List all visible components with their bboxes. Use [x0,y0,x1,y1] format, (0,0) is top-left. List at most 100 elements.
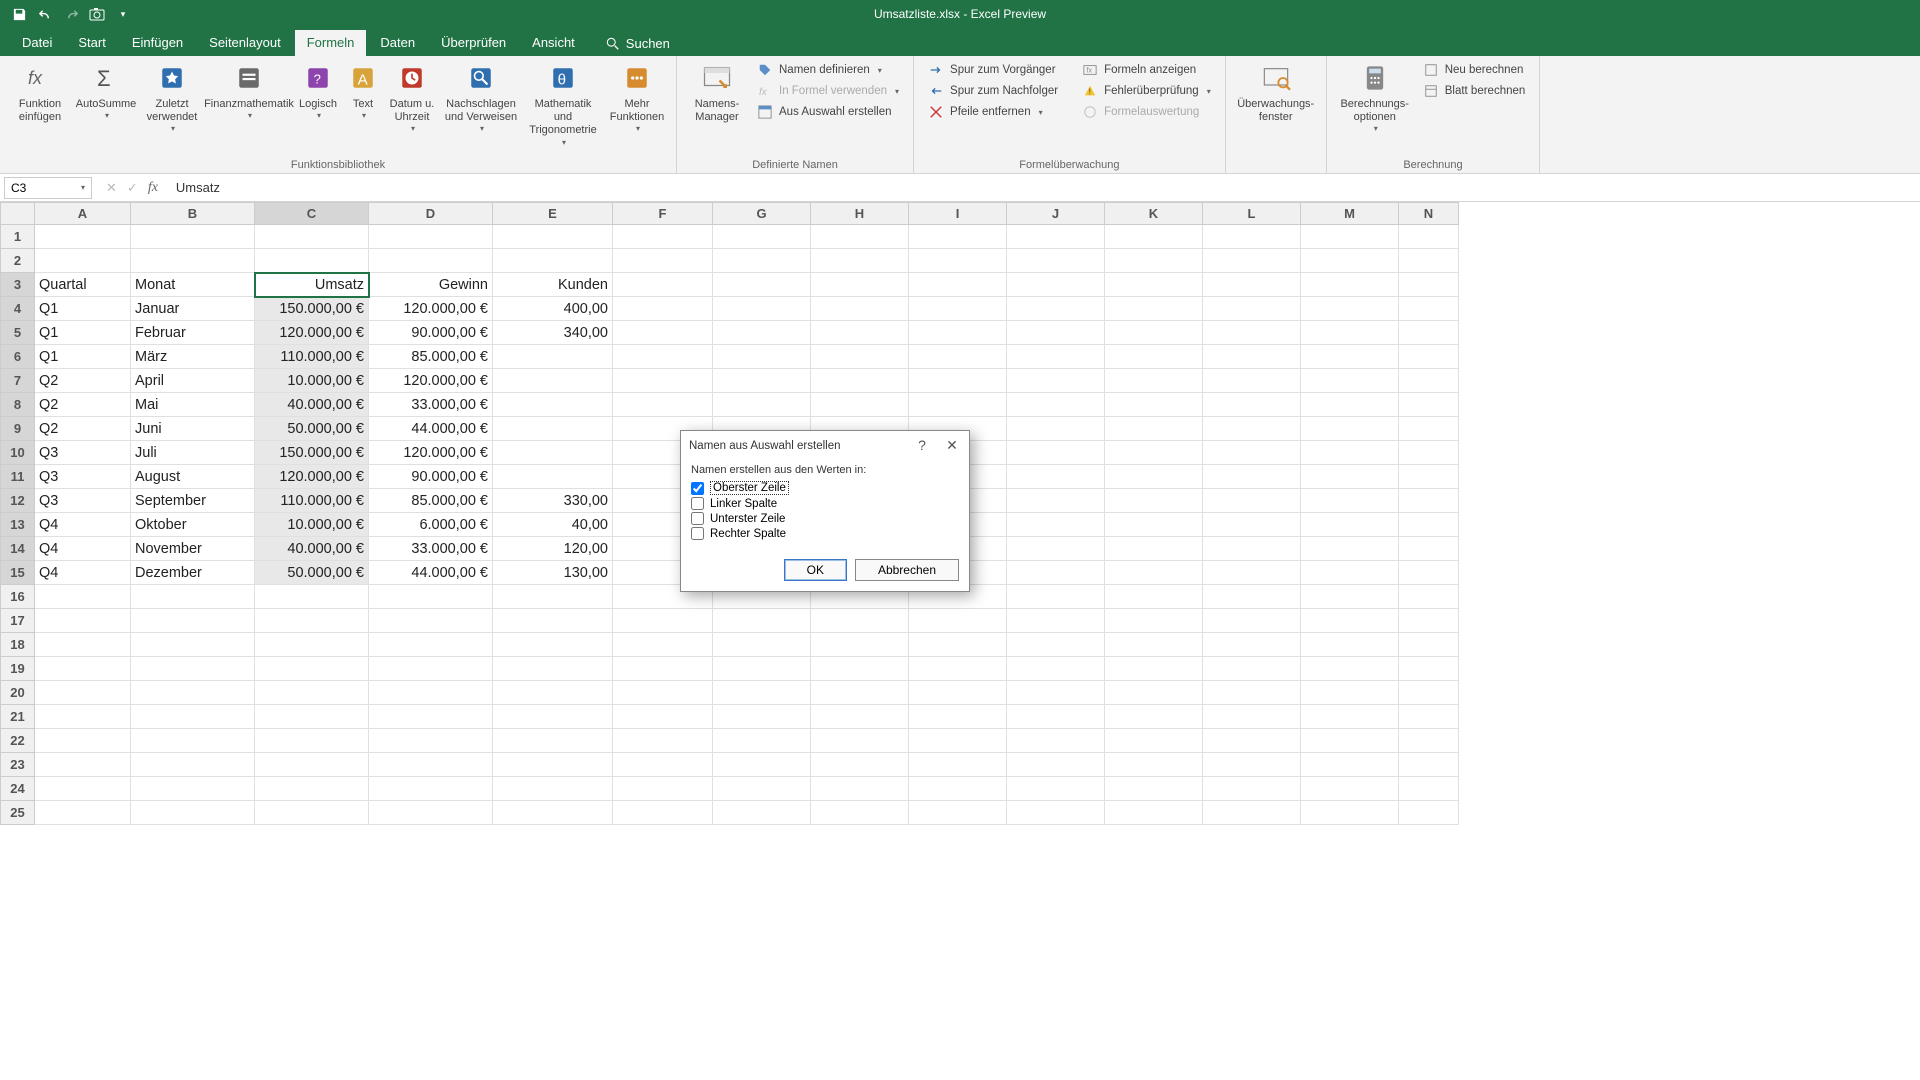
cell[interactable] [1301,753,1399,777]
cell[interactable] [369,681,493,705]
redo-icon[interactable] [62,5,80,23]
financial-button[interactable]: Finanzmathematik▾ [206,60,292,123]
row-header[interactable]: 23 [1,753,35,777]
cell[interactable] [131,753,255,777]
cell[interactable] [1301,297,1399,321]
column-header[interactable]: B [131,203,255,225]
cell[interactable]: Q1 [35,321,131,345]
cell[interactable]: Mai [131,393,255,417]
cell[interactable]: Q4 [35,513,131,537]
cell[interactable]: 330,00 [493,489,613,513]
cell[interactable]: 150.000,00 € [255,441,369,465]
cell[interactable]: 85.000,00 € [369,345,493,369]
cell[interactable] [1301,321,1399,345]
cell[interactable]: 40,00 [493,513,613,537]
cell[interactable] [1399,345,1459,369]
cell[interactable] [493,225,613,249]
column-header[interactable]: C [255,203,369,225]
cell[interactable] [713,657,811,681]
cell[interactable] [255,225,369,249]
cell[interactable] [811,249,909,273]
cell[interactable] [811,609,909,633]
cell[interactable] [909,609,1007,633]
cell[interactable] [713,273,811,297]
cell[interactable] [255,633,369,657]
cell[interactable] [909,249,1007,273]
cell[interactable] [255,753,369,777]
cell[interactable] [1203,753,1301,777]
insert-function-button[interactable]: fx Funktion einfügen [8,60,72,126]
cell[interactable] [493,729,613,753]
cell[interactable] [1203,537,1301,561]
cell[interactable] [811,753,909,777]
row-header[interactable]: 8 [1,393,35,417]
cell[interactable]: Q2 [35,417,131,441]
cell[interactable] [1105,249,1203,273]
cell[interactable] [1007,273,1105,297]
cell[interactable] [1399,609,1459,633]
cell[interactable]: März [131,345,255,369]
cell[interactable] [35,225,131,249]
cell[interactable] [1203,801,1301,825]
bottom-row-checkbox[interactable] [691,512,704,525]
row-header[interactable]: 15 [1,561,35,585]
cell[interactable] [1301,465,1399,489]
cell[interactable] [713,225,811,249]
cell[interactable] [1105,609,1203,633]
cell[interactable] [1105,393,1203,417]
cell[interactable] [613,297,713,321]
cell[interactable] [1301,513,1399,537]
cell[interactable] [1399,777,1459,801]
cell[interactable] [1105,657,1203,681]
cell[interactable] [909,369,1007,393]
cell[interactable] [493,801,613,825]
cell[interactable] [1203,705,1301,729]
qat-customize-icon[interactable]: ▾ [114,5,132,23]
cell[interactable] [613,273,713,297]
cell[interactable] [713,753,811,777]
cell[interactable] [1007,513,1105,537]
cell[interactable]: Oktober [131,513,255,537]
cell[interactable] [369,609,493,633]
cell[interactable] [811,297,909,321]
formula-input[interactable]: Umsatz [168,180,1920,195]
cell[interactable] [35,777,131,801]
cell[interactable] [493,633,613,657]
cell[interactable] [369,777,493,801]
cell[interactable] [255,657,369,681]
cell[interactable]: 120,00 [493,537,613,561]
cell[interactable] [909,753,1007,777]
cell[interactable] [1301,393,1399,417]
cell[interactable] [369,585,493,609]
cell[interactable] [1301,681,1399,705]
cell[interactable] [1007,681,1105,705]
cell[interactable] [1007,441,1105,465]
cell[interactable] [255,729,369,753]
cell[interactable] [369,633,493,657]
cell[interactable] [713,801,811,825]
cell[interactable] [1203,777,1301,801]
cell[interactable] [1105,513,1203,537]
cell[interactable] [1203,609,1301,633]
cell[interactable]: November [131,537,255,561]
cell[interactable] [1399,633,1459,657]
cell[interactable]: Dezember [131,561,255,585]
cell[interactable] [1105,345,1203,369]
cell[interactable]: Q2 [35,393,131,417]
left-column-checkbox[interactable] [691,497,704,510]
cell[interactable]: 120.000,00 € [255,321,369,345]
cell[interactable]: 44.000,00 € [369,417,493,441]
cell[interactable]: Umsatz [255,273,369,297]
cell[interactable] [1399,441,1459,465]
cell[interactable] [909,345,1007,369]
cell[interactable]: Q4 [35,561,131,585]
select-all-corner[interactable] [1,203,35,225]
row-header[interactable]: 6 [1,345,35,369]
cell[interactable] [493,465,613,489]
cell[interactable]: Juli [131,441,255,465]
cell[interactable] [35,753,131,777]
cell[interactable] [1399,585,1459,609]
help-button[interactable]: ? [913,437,931,454]
cell[interactable]: 120.000,00 € [369,369,493,393]
column-header[interactable]: G [713,203,811,225]
